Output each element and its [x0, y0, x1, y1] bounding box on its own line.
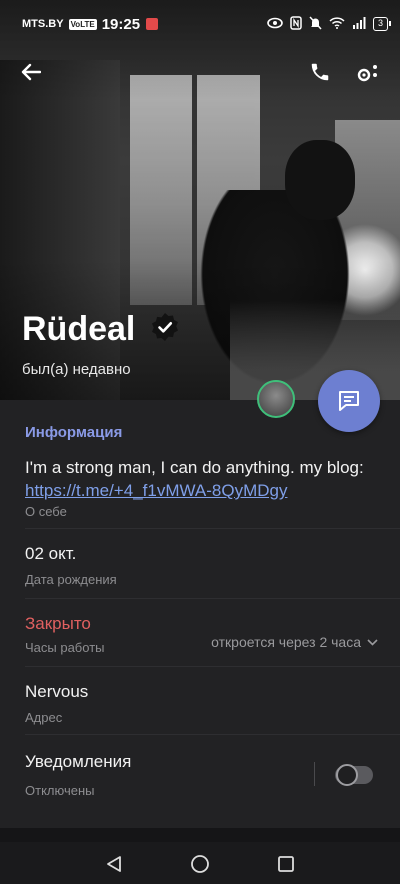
status-time: 19:25	[101, 15, 141, 33]
top-bar	[0, 52, 400, 92]
carrier-name: MTS.BY	[22, 18, 64, 30]
address-value: Nervous	[25, 682, 89, 701]
birthday-value: 02 окт.	[25, 544, 77, 563]
hours-row[interactable]: Закрыто Часы работы откроется через 2 ча…	[0, 612, 400, 668]
back-button[interactable]	[13, 54, 49, 90]
bio-link[interactable]: https://t.me/+4_f1vMWA-8QyMDgy	[25, 481, 287, 500]
birthday-label: Дата рождения	[25, 572, 117, 587]
notifications-status: Отключены	[25, 783, 95, 798]
message-icon	[339, 391, 359, 411]
more-options-icon	[357, 65, 377, 82]
last-seen-status: был(а) недавно	[22, 361, 131, 378]
wifi-icon	[329, 16, 345, 32]
nfc-icon	[290, 15, 302, 33]
notifications-toggle[interactable]	[335, 764, 373, 786]
divider	[25, 598, 400, 599]
section-title-info: Информация	[25, 424, 123, 441]
divider	[25, 734, 400, 735]
volte-badge: VoLTE	[68, 18, 97, 30]
bio-label: О себе	[25, 504, 67, 519]
info-panel: Информация I'm a strong man, I can do an…	[0, 400, 400, 828]
address-label: Адрес	[25, 710, 63, 725]
profile-name: Rüdeal	[22, 310, 136, 348]
bio-row[interactable]: I'm a strong man, I can do anything. my …	[0, 454, 400, 524]
battery-icon: 3	[372, 17, 392, 31]
bio-text: I'm a strong man, I can do anything. my …	[25, 456, 375, 502]
birthday-row[interactable]: 02 окт. Дата рождения	[0, 542, 400, 598]
call-button[interactable]	[302, 54, 338, 90]
message-button[interactable]	[318, 370, 380, 432]
notifications-row[interactable]: Уведомления Отключены	[0, 750, 400, 810]
address-row[interactable]: Nervous Адрес	[0, 680, 400, 736]
mute-icon	[309, 15, 322, 33]
notifications-title: Уведомления	[25, 752, 132, 771]
divider	[25, 528, 400, 529]
phone-icon	[311, 63, 329, 81]
chevron-down-icon	[367, 638, 378, 646]
bottom-spacer	[0, 828, 400, 842]
verified-badge-icon[interactable]	[150, 312, 180, 347]
toggle-separator	[314, 762, 315, 786]
hours-opens[interactable]: откроется через 2 часа	[211, 634, 378, 650]
nav-back-button[interactable]	[100, 850, 128, 878]
story-avatar[interactable]	[257, 380, 295, 418]
notification-icon	[146, 18, 159, 30]
more-button[interactable]	[350, 54, 386, 90]
signal-icon	[352, 16, 366, 32]
nav-home-button[interactable]	[186, 850, 214, 878]
square-recents-icon	[278, 856, 294, 872]
divider	[25, 666, 400, 667]
hours-label: Часы работы	[25, 640, 105, 655]
circle-home-icon	[191, 855, 209, 873]
toggle-knob	[336, 764, 358, 786]
system-nav-bar	[0, 842, 400, 884]
eye-icon	[267, 17, 283, 32]
profile-name-block: Rüdeal	[22, 310, 180, 349]
hours-opens-text: откроется через 2 часа	[211, 634, 361, 650]
nav-recents-button[interactable]	[272, 850, 300, 878]
status-bar: MTS.BY VoLTE 19:25 3	[0, 0, 400, 38]
triangle-back-icon	[107, 856, 121, 872]
hours-value: Закрыто	[25, 614, 91, 633]
bio-text-body: I'm a strong man, I can do anything. my …	[25, 458, 364, 477]
back-arrow-icon	[21, 63, 41, 81]
